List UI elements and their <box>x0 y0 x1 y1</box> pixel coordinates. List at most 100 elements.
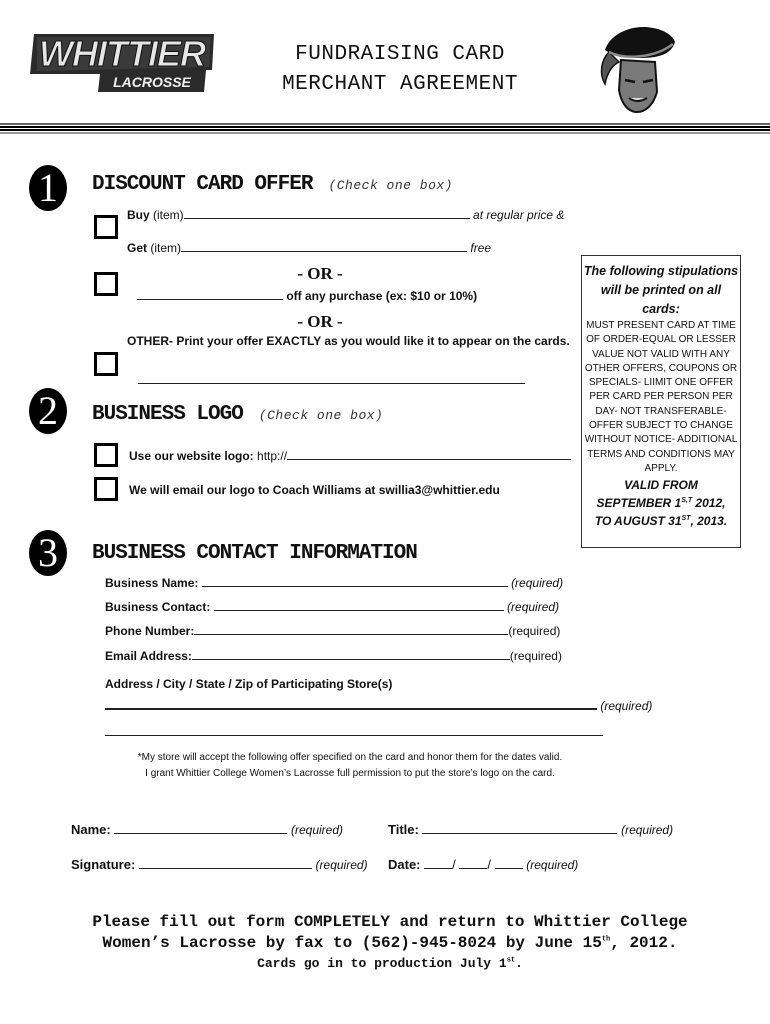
valid-end-date: TO AUGUST 31ST, 2013. <box>594 514 728 529</box>
required-note: (required) <box>291 823 344 837</box>
section-1-title: DISCOUNT CARD OFFER <box>92 173 313 196</box>
get-item-input[interactable] <box>181 240 468 252</box>
phone-number-row: Phone Number: (required) <box>105 623 560 638</box>
section-2-number: 2 <box>29 388 67 434</box>
business-name-label: Business Name: <box>105 576 199 590</box>
business-contact-input[interactable] <box>213 599 504 611</box>
business-name-input[interactable] <box>201 575 508 587</box>
title-input[interactable] <box>422 822 618 834</box>
other-offer-input[interactable] <box>138 372 525 384</box>
amount-off-input[interactable] <box>137 288 283 300</box>
website-logo-label: Use our website logo: <box>129 449 254 463</box>
phone-number-label: Phone Number: <box>105 624 195 638</box>
section-2-title: BUSINESS LOGO <box>92 403 244 426</box>
section-1-number: 1 <box>29 165 67 211</box>
buy-item-input[interactable] <box>183 207 470 219</box>
address-line-2-input[interactable] <box>105 724 603 736</box>
required-note: (required) <box>526 858 579 872</box>
website-prefix: http:// <box>257 449 288 463</box>
or-divider-2: - OR - <box>297 312 343 331</box>
return-instructions: Please fill out form COMPLETELY and retu… <box>40 912 740 954</box>
offer-amount-off-checkbox[interactable] <box>94 272 118 296</box>
address-label: Address / City / State / Zip of Particip… <box>105 677 393 691</box>
page-title: FUNDRAISING CARD MERCHANT AGREEMENT <box>230 40 570 100</box>
website-logo-row: Use our website logo: http:// <box>129 448 572 463</box>
section-3-heading: BUSINESS CONTACT INFORMATION <box>92 542 418 565</box>
required-note: (required) <box>600 699 653 713</box>
required-note: (required) <box>511 576 564 590</box>
header-divider <box>0 123 770 135</box>
section-3-number: 3 <box>29 530 67 576</box>
get-suffix: free <box>470 241 492 255</box>
business-contact-row: Business Contact: (required) <box>105 599 559 614</box>
phone-number-input[interactable] <box>194 623 509 635</box>
or-divider-1: - OR - <box>297 264 343 283</box>
section-2-hint: (Check one box) <box>258 408 384 423</box>
agreement-text: *My store will accept the following offe… <box>100 750 600 782</box>
email-logo-label: We will email our logo to Coach Williams… <box>129 483 500 497</box>
date-month-input[interactable] <box>424 857 453 869</box>
other-offer-label: OTHER- Print your offer EXACTLY as you w… <box>127 334 570 348</box>
stipulations-box: The following stipulations will be print… <box>581 255 741 548</box>
return-instructions-line-2: Women’s Lacrosse by fax to (562)-945-802… <box>102 934 678 952</box>
title-line-2: MERCHANT AGREEMENT <box>282 73 518 96</box>
buy-item-row: Buy (item) at regular price & <box>127 207 564 222</box>
get-label: Get <box>127 241 148 255</box>
signature-row: Signature: (required) <box>71 857 368 872</box>
required-note: (required) <box>621 823 674 837</box>
name-row: Name: (required) <box>71 822 343 837</box>
section-1-heading: DISCOUNT CARD OFFER (Check one box) <box>92 173 453 196</box>
required-note: (required) <box>315 858 368 872</box>
buy-label: Buy <box>127 208 150 222</box>
address-line-1-row: (required) <box>105 698 652 713</box>
valid-start-date: SEPTEMBER 1S,T 2012, <box>596 496 726 511</box>
buy-item-hint: (item) <box>153 208 184 222</box>
other-offer-text: OTHER- Print your offer EXACTLY as you w… <box>127 334 570 348</box>
agreement-line-1: *My store will accept the following offe… <box>137 752 563 763</box>
date-year-input[interactable] <box>494 857 523 869</box>
agreement-line-2: I grant Whittier College Women’s Lacross… <box>145 768 555 779</box>
required-note: (required) <box>509 649 562 663</box>
business-contact-label: Business Contact: <box>105 600 211 614</box>
section-2-heading: BUSINESS LOGO (Check one box) <box>92 403 383 426</box>
logo-sub-text: LACROSSE <box>113 74 191 90</box>
business-name-row: Business Name: (required) <box>105 575 563 590</box>
website-url-input[interactable] <box>287 448 572 460</box>
production-note: Cards go in to production July 1st. <box>257 956 523 971</box>
email-logo-checkbox[interactable] <box>94 477 118 501</box>
name-label: Name: <box>71 822 111 837</box>
offer-buy-get-checkbox[interactable] <box>94 215 118 239</box>
mascot-icon <box>595 22 680 117</box>
buy-suffix: at regular price & <box>473 208 565 222</box>
email-address-label: Email Address: <box>105 649 192 663</box>
signature-label: Signature: <box>71 857 136 872</box>
valid-from-label: VALID FROM <box>624 478 698 493</box>
title-row: Title: (required) <box>388 822 673 837</box>
section-3-title: BUSINESS CONTACT INFORMATION <box>92 542 418 565</box>
get-item-row: Get (item) free <box>127 240 491 255</box>
stipulations-body: MUST PRESENT CARD AT TIME OF ORDER-EQUAL… <box>584 320 738 474</box>
signature-input[interactable] <box>138 857 312 869</box>
website-logo-checkbox[interactable] <box>94 443 118 467</box>
required-note: (required) <box>507 600 560 614</box>
date-row: Date: / / (required) <box>388 857 579 872</box>
amount-off-suffix: off any purchase (ex: $10 or 10%) <box>286 289 478 303</box>
amount-off-row: off any purchase (ex: $10 or 10%) <box>137 288 477 303</box>
address-line-1-input[interactable] <box>105 698 597 710</box>
stipulations-heading: The following stipulations will be print… <box>583 264 739 316</box>
date-day-input[interactable] <box>459 857 488 869</box>
email-address-row: Email Address: (required) <box>105 648 562 663</box>
title-line-1: FUNDRAISING CARD <box>295 43 505 66</box>
required-note: (required) <box>508 624 561 638</box>
whittier-lacrosse-logo: WHITTIER LACROSSE <box>28 30 218 96</box>
valid-dates: VALID FROM SEPTEMBER 1S,T 2012, TO AUGUS… <box>582 476 740 530</box>
date-label: Date: <box>388 857 421 872</box>
get-item-hint: (item) <box>150 241 182 255</box>
return-instructions-line-1: Please fill out form COMPLETELY and retu… <box>92 913 688 931</box>
email-address-input[interactable] <box>191 648 510 660</box>
offer-other-checkbox[interactable] <box>94 352 118 376</box>
logo-main-text: WHITTIER <box>39 33 206 74</box>
name-input[interactable] <box>114 822 288 834</box>
section-1-hint: (Check one box) <box>328 178 453 193</box>
email-logo-row: We will email our logo to Coach Williams… <box>129 483 500 497</box>
